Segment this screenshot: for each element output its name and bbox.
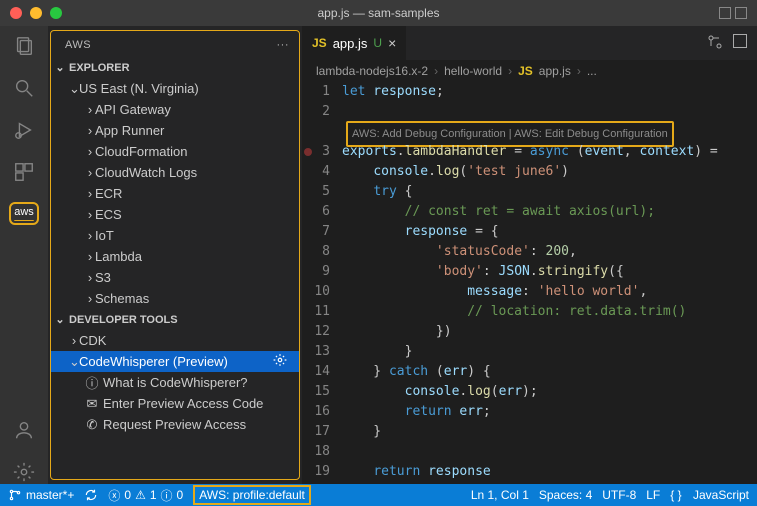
eol-status[interactable]: LF [646,488,660,502]
codewhisperer-node[interactable]: ⌄ CodeWhisperer (Preview) [51,351,299,372]
chevron-right-icon: › [85,228,95,243]
service-api-gateway[interactable]: ›API Gateway [51,99,299,120]
git-branch[interactable]: master*+ [8,488,74,502]
service-schemas[interactable]: ›Schemas [51,288,299,309]
service-ecr[interactable]: ›ECR [51,183,299,204]
explorer-section[interactable]: ⌄ EXPLORER [51,57,299,78]
window-title: app.js — sam-samples [317,6,439,20]
region-node[interactable]: ⌄ US East (N. Virginia) [51,78,299,99]
split-editor-icon[interactable] [733,34,747,53]
dev-tools-section[interactable]: ⌄ DEVELOPER TOOLS [51,309,299,330]
mail-icon: ✉ [85,396,99,412]
close-icon[interactable]: × [388,35,396,51]
encoding-status[interactable]: UTF-8 [602,488,636,502]
js-icon: JS [312,36,327,50]
cw-request-access[interactable]: ✆Request Preview Access [51,414,299,435]
code-editor[interactable]: 123456789101112131415161718192021 let re… [302,82,757,484]
cdk-node[interactable]: ›CDK [51,330,299,351]
service-cloudformation[interactable]: ›CloudFormation [51,141,299,162]
cw-help[interactable]: ⓘWhat is CodeWhisperer? [51,372,299,393]
service-app-runner[interactable]: ›App Runner [51,120,299,141]
search-icon[interactable] [12,76,36,100]
statusbar: master*+ ⓧ0 ⚠1 ⓘ0 AWS: profile:default L… [0,484,757,506]
titlebar: app.js — sam-samples [0,0,757,26]
chevron-right-icon: › [85,144,95,159]
chevron-right-icon: › [85,270,95,285]
send-icon: ✆ [85,417,99,433]
chevron-right-icon: › [85,207,95,222]
service-cloudwatch-logs[interactable]: ›CloudWatch Logs [51,162,299,183]
compare-icon[interactable] [707,34,723,53]
service-ecs[interactable]: ›ECS [51,204,299,225]
breadcrumb[interactable]: lambda-nodejs16.x-2› hello-world› JS app… [302,60,757,82]
sidebar-title: AWS [65,39,91,51]
language-status[interactable]: { } JavaScript [670,488,749,502]
editor-area: JS app.js U × lambda-nodejs16.x-2› hello… [302,26,757,484]
tab-modified-indicator: U [373,36,382,50]
line-numbers: 123456789101112131415161718192021 [302,82,342,484]
chevron-down-icon: ⌄ [55,313,65,326]
gear-icon[interactable] [273,353,287,370]
cursor-position[interactable]: Ln 1, Col 1 [471,488,529,502]
tab-app-js[interactable]: JS app.js U × [302,26,407,60]
js-icon: JS [518,64,533,78]
chevron-down-icon: ⌄ [55,61,65,74]
tab-row: JS app.js U × [302,26,757,60]
service-iot[interactable]: ›IoT [51,225,299,246]
aws-profile-status[interactable]: AWS: profile:default [193,485,311,505]
accounts-icon[interactable] [12,418,36,442]
service-s3[interactable]: ›S3 [51,267,299,288]
sidebar-more-icon[interactable]: ··· [277,39,290,51]
minimize-window[interactable] [30,7,42,19]
chevron-right-icon: › [85,102,95,117]
run-debug-icon[interactable] [12,118,36,142]
chevron-right-icon: › [69,333,79,348]
panel-toggle-icon[interactable] [719,7,747,19]
chevron-right-icon: › [85,186,95,201]
aws-explorer-icon[interactable]: aws [9,202,39,225]
chevron-right-icon: › [85,165,95,180]
maximize-window[interactable] [50,7,62,19]
settings-gear-icon[interactable] [12,460,36,484]
aws-sidebar: AWS ··· ⌄ EXPLORER ⌄ US East (N. Virgini… [50,30,300,480]
activity-bar: aws [0,26,48,484]
chevron-down-icon: ⌄ [69,81,79,97]
chevron-down-icon: ⌄ [69,354,79,370]
cw-enter-code[interactable]: ✉Enter Preview Access Code [51,393,299,414]
service-lambda[interactable]: ›Lambda [51,246,299,267]
chevron-right-icon: › [85,249,95,264]
problems[interactable]: ⓧ0 ⚠1 ⓘ0 [108,487,183,504]
close-window[interactable] [10,7,22,19]
breakpoint-icon[interactable] [304,148,312,156]
help-icon: ⓘ [85,373,99,392]
extensions-icon[interactable] [12,160,36,184]
indent-status[interactable]: Spaces: 4 [539,488,592,502]
chevron-right-icon: › [85,291,95,306]
sync-icon[interactable] [84,488,98,502]
explorer-icon[interactable] [12,34,36,58]
chevron-right-icon: › [85,123,95,138]
tab-filename: app.js [333,36,368,51]
